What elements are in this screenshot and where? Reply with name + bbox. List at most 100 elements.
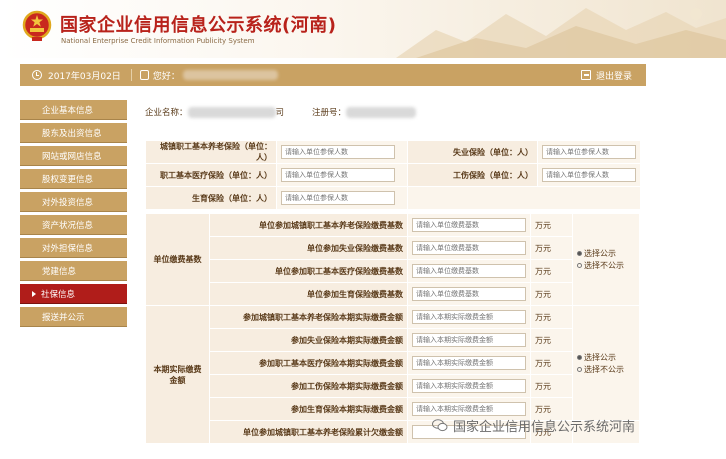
form-cell [407, 213, 531, 237]
injury-insured-label: 工伤保险（单位：人） [407, 163, 538, 187]
sidebar-item-label: 资产状况信息 [42, 220, 94, 231]
active-arrow-icon [32, 290, 36, 297]
sidebar-item-investment[interactable]: 对外投资信息 [20, 192, 127, 212]
injury-insured-input[interactable] [542, 168, 636, 182]
base-row-label: 单位参加失业保险缴费基数 [209, 236, 408, 260]
sidebar-item-guarantee[interactable]: 对外担保信息 [20, 238, 127, 258]
form-row: 单位缴费基数 单位参加城镇职工基本养老保险缴费基数 万元 选择公示 选择不公示 [145, 213, 640, 306]
form-cell [407, 259, 531, 283]
form-row: 参加工伤保险本期实际缴费金额 万元 [146, 374, 640, 398]
form-cell [407, 374, 531, 398]
maternity-insured-input[interactable] [281, 191, 395, 205]
radio-unchecked-icon[interactable] [577, 366, 582, 372]
form-cell [537, 140, 641, 164]
empty-cell [407, 186, 641, 210]
base-input[interactable] [412, 264, 526, 278]
paid-row-label: 参加失业保险本期实际缴费金额 [209, 328, 408, 352]
form-cell [407, 282, 531, 306]
sidebar-item-shareholders[interactable]: 股东及出资信息 [20, 123, 127, 143]
paid-input[interactable] [412, 310, 526, 324]
sidebar-nav: 企业基本信息 股东及出资信息 网站或网店信息 股权变更信息 对外投资信息 资产状… [20, 100, 127, 330]
paid-input[interactable] [412, 379, 526, 393]
medical-insured-label: 职工基本医疗保险（单位：人） [145, 163, 277, 187]
base-input[interactable] [412, 241, 526, 255]
sidebar-item-label: 对外投资信息 [42, 197, 94, 208]
company-name-label: 企业名称： [145, 108, 188, 118]
reg-no-label: 注册号： [312, 108, 347, 118]
unit-label: 万元 [530, 259, 573, 283]
form-cell [407, 236, 531, 260]
base-input[interactable] [412, 287, 526, 301]
national-emblem-icon [22, 10, 52, 41]
paid-row-label: 参加工伤保险本期实际缴费金额 [209, 374, 408, 398]
company-info-row: 企业名称： 司 注册号： [133, 100, 646, 124]
form-row: 单位参加职工基本医疗保险缴费基数 万元 [146, 259, 640, 283]
company-name-suffix: 司 [275, 108, 285, 118]
paid-visibility-radios: 选择公示 选择不公示 [572, 305, 640, 421]
unit-label: 万元 [530, 213, 573, 237]
sidebar-item-submit[interactable]: 报送并公示 [20, 307, 127, 327]
base-input[interactable] [412, 218, 526, 232]
sidebar-item-label: 股权变更信息 [42, 174, 94, 185]
form-row: 本期实际缴费金额 参加城镇职工基本养老保险本期实际缴费金额 万元 选择公示 选择… [145, 305, 640, 444]
base-row-label: 单位参加生育保险缴费基数 [209, 282, 408, 306]
form-cell [537, 163, 641, 187]
top-info-bar: 2017年03月02日 您好： 退出登录 [20, 64, 646, 86]
base-visibility-radios: 选择公示 选择不公示 [572, 213, 640, 306]
radio-public-label: 选择公示 [584, 249, 616, 258]
paid-input[interactable] [412, 333, 526, 347]
sidebar-item-party[interactable]: 党建信息 [20, 261, 127, 281]
unemployment-insured-input[interactable] [542, 145, 636, 159]
base-row-label: 单位参加职工基本医疗保险缴费基数 [209, 259, 408, 283]
logout-icon [580, 70, 591, 80]
sidebar-item-assets[interactable]: 资产状况信息 [20, 215, 127, 235]
form-row: 参加职工基本医疗保险本期实际缴费金额 万元 [146, 351, 640, 375]
base-row-label: 单位参加城镇职工基本养老保险缴费基数 [209, 213, 408, 237]
paid-row-label: 参加职工基本医疗保险本期实际缴费金额 [209, 351, 408, 375]
base-group-label: 单位缴费基数 [145, 213, 210, 306]
redacted-reg-no [346, 106, 417, 118]
radio-checked-icon[interactable] [577, 251, 582, 256]
unemployment-insured-label: 失业保险（单位：人） [407, 140, 538, 164]
unit-label: 万元 [530, 328, 573, 352]
sidebar-item-label: 社保信息 [41, 289, 76, 300]
unit-label: 万元 [530, 374, 573, 398]
paid-group-label: 本期实际缴费金额 [145, 305, 210, 444]
form-cell [276, 140, 408, 164]
paid-row-label: 参加城镇职工基本养老保险本期实际缴费金额 [209, 305, 408, 329]
paid-row-label: 单位参加城镇职工基本养老保险累计欠缴金额 [209, 420, 408, 444]
radio-public-option[interactable]: 选择公示 [577, 352, 635, 363]
sidebar-item-social-insurance[interactable]: 社保信息 [20, 284, 127, 304]
form-row: 单位参加失业保险缴费基数 万元 [146, 236, 640, 260]
paid-row-label: 参加生育保险本期实际缴费金额 [209, 397, 408, 421]
contribution-form: 单位缴费基数 单位参加城镇职工基本养老保险缴费基数 万元 选择公示 选择不公示 … [145, 213, 640, 444]
pension-insured-label: 城镇职工基本养老保险（单位：人） [145, 140, 277, 164]
pension-insured-input[interactable] [281, 145, 395, 159]
radio-private-label: 选择不公示 [584, 261, 624, 270]
medical-insured-input[interactable] [281, 168, 395, 182]
sidebar-item-label: 对外担保信息 [42, 243, 94, 254]
social-insurance-form: 城镇职工基本养老保险（单位：人） 失业保险（单位：人） 职工基本医疗保险（单位：… [145, 140, 641, 210]
site-subtitle: National Enterprise Credit Information P… [61, 37, 255, 45]
maternity-insured-label: 生育保险（单位：人） [145, 186, 277, 210]
redacted-user-name [182, 70, 278, 80]
radio-unchecked-icon[interactable] [577, 263, 582, 268]
radio-private-option[interactable]: 选择不公示 [577, 364, 635, 375]
form-cell [276, 186, 408, 210]
unit-label: 万元 [530, 305, 573, 329]
radio-private-label: 选择不公示 [584, 364, 624, 374]
unit-label: 万元 [530, 236, 573, 260]
paid-input[interactable] [412, 402, 526, 416]
sidebar-item-equity-change[interactable]: 股权变更信息 [20, 169, 127, 189]
logout-button[interactable]: 退出登录 [580, 69, 632, 82]
sidebar-item-label: 网站或网店信息 [42, 151, 102, 162]
site-header: 国家企业信用信息公示系统(河南) National Enterprise Cre… [0, 0, 726, 58]
sidebar-item-websites[interactable]: 网站或网店信息 [20, 146, 127, 166]
radio-public-option[interactable]: 选择公示 [577, 248, 635, 259]
radio-private-option[interactable]: 选择不公示 [577, 260, 635, 271]
paid-input[interactable] [412, 356, 526, 370]
sidebar-item-basic-info[interactable]: 企业基本信息 [20, 100, 127, 120]
form-row: 城镇职工基本养老保险（单位：人） 失业保险（单位：人） [145, 140, 641, 164]
radio-checked-icon[interactable] [577, 354, 582, 360]
user-icon [139, 70, 149, 80]
